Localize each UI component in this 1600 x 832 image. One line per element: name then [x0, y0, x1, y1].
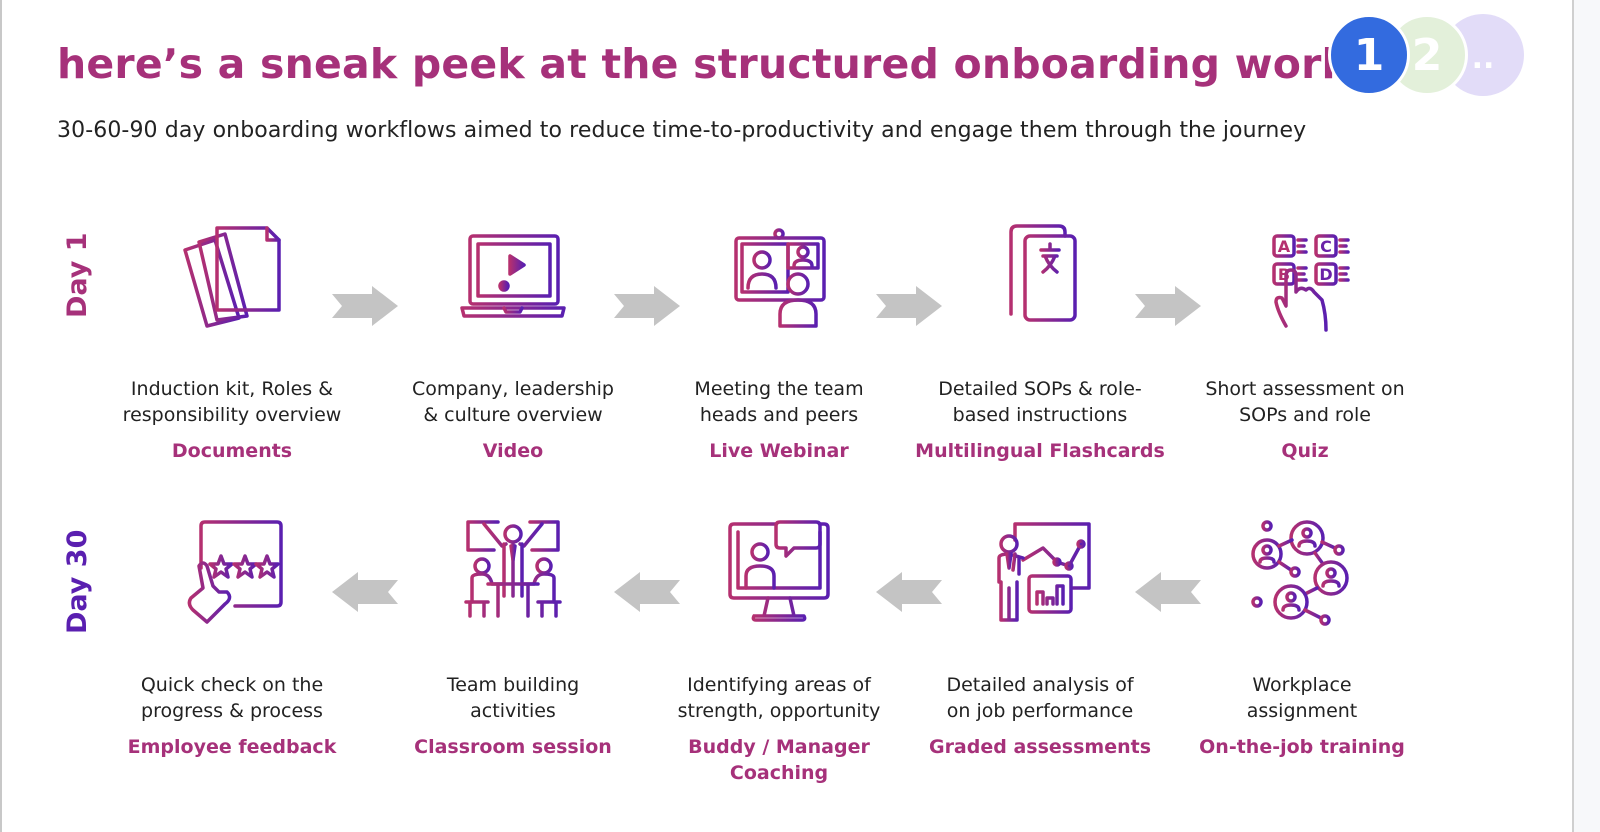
step-type: Buddy / Manager Coaching	[688, 736, 870, 784]
svg-text:B: B	[1278, 265, 1290, 284]
webinar-icon	[728, 228, 830, 328]
step-description: Workplace assignment	[1246, 674, 1358, 722]
step-description: Quick check on the progress & process	[140, 674, 324, 722]
step-badges: .. 2 1	[1328, 14, 1528, 98]
quiz-icon: A C B D	[1272, 234, 1350, 332]
step-type: Employee feedback	[127, 736, 337, 758]
step-description: Detailed analysis of on job performance	[946, 674, 1134, 722]
step-type: Multilingual Flashcards	[915, 440, 1165, 462]
step-description: Identifying areas of strength, opportunit…	[677, 674, 881, 722]
step-description: Detailed SOPs & role-based instructions	[938, 378, 1142, 426]
svg-text:D: D	[1319, 265, 1332, 284]
slide-left-border	[0, 0, 2, 832]
classroom-team-icon	[464, 520, 562, 618]
step-description: Induction kit, Roles & responsibility ove…	[122, 378, 342, 426]
page-subtitle: 30-60-90 day onboarding workflows aimed …	[57, 118, 1307, 143]
step-description: Team building activities	[446, 674, 580, 722]
step-video: Company, leadership & culture overview Vi…	[383, 222, 643, 464]
day-30-label: Day 30	[62, 529, 93, 634]
flashcards-icon	[1009, 224, 1077, 322]
step-classroom-session: Team building activities Classroom sessio…	[383, 518, 643, 760]
step-description: Company, leadership & culture overview	[412, 378, 614, 426]
right-scroll-panel	[1572, 0, 1600, 832]
step-type: Documents	[171, 440, 293, 462]
step-flashcards: Detailed SOPs & role-based instructions …	[910, 222, 1170, 464]
feedback-rating-icon	[187, 520, 283, 624]
step-description: Meeting the team heads and peers	[694, 378, 864, 426]
video-laptop-icon	[460, 234, 566, 318]
step-type: Classroom session	[414, 736, 612, 758]
svg-text:A: A	[1278, 237, 1291, 256]
step-type: Graded assessments	[928, 736, 1152, 758]
step-documents: Induction kit, Roles & responsibility ove…	[102, 222, 362, 464]
documents-icon	[183, 226, 281, 328]
svg-text:C: C	[1320, 237, 1332, 256]
step-graded-assessments: Detailed analysis of on job performance G…	[910, 518, 1170, 760]
step-coaching: Identifying areas of strength, opportunit…	[649, 518, 909, 786]
badge-1[interactable]: 1	[1328, 14, 1410, 96]
network-people-icon	[1251, 520, 1349, 626]
step-type: Live Webinar	[709, 440, 849, 462]
analysis-presentation-icon	[997, 522, 1091, 622]
step-live-webinar: Meeting the team heads and peers Live Web…	[649, 222, 909, 464]
coaching-monitor-icon	[728, 520, 830, 622]
step-description: Short assessment on SOPs and role	[1205, 378, 1405, 426]
step-on-the-job-training: Workplace assignment On-the-job training	[1172, 518, 1432, 760]
step-type: Quiz	[1281, 440, 1329, 462]
step-type: On-the-job training	[1199, 736, 1405, 758]
step-quiz: A C B D Short assessment on SOPs and role…	[1175, 222, 1435, 464]
step-type: Video	[482, 440, 544, 462]
step-employee-feedback: Quick check on the progress & process Emp…	[102, 518, 362, 760]
day-1-label: Day 1	[62, 232, 93, 318]
page-title: here’s a sneak peek at the structured on…	[57, 40, 1448, 88]
